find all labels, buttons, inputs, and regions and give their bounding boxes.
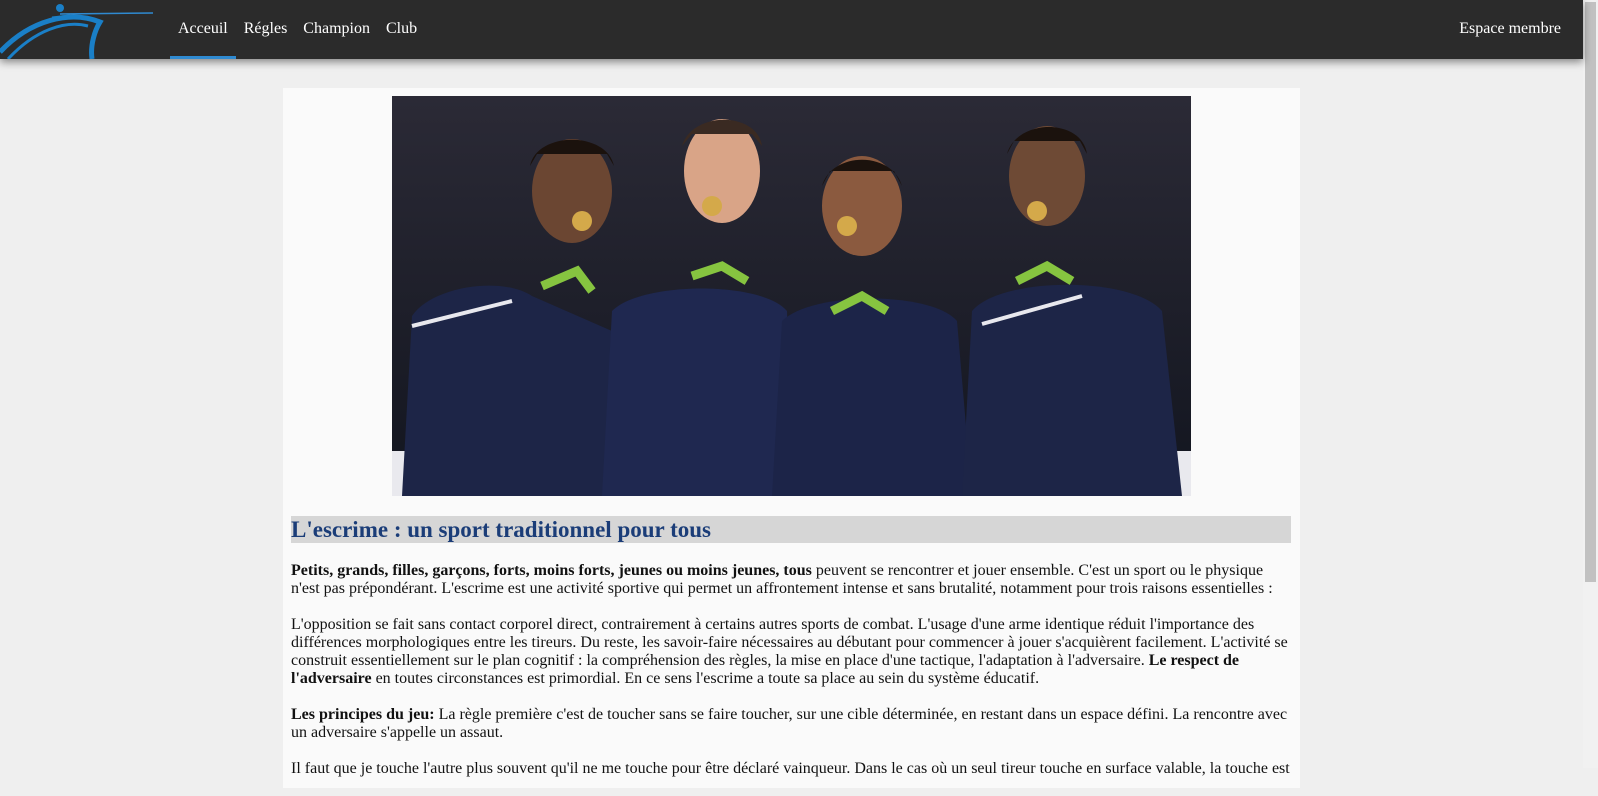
paragraph-opposition: L'opposition se fait sans contact corpor… <box>291 616 1291 688</box>
paragraph-victory: Il faut que je touche l'autre plus souve… <box>291 760 1291 778</box>
victory-text: Il faut que je touche l'autre plus souve… <box>291 760 1290 777</box>
member-area-link[interactable]: Espace membre <box>1459 0 1561 59</box>
article-title: L'escrime : un sport traditionnel pour t… <box>291 516 1291 543</box>
team-medal-photo <box>392 96 1191 496</box>
nav-item-club[interactable]: Club <box>378 0 425 59</box>
nav-item-acceuil[interactable]: Acceuil <box>170 0 236 59</box>
paragraph-principles: Les principes du jeu: La règle première … <box>291 706 1291 742</box>
page-scrollbar[interactable] <box>1583 0 1598 768</box>
article-body: Petits, grands, filles, garçons, forts, … <box>291 562 1291 796</box>
main-nav: Acceuil Régles Champion Club <box>170 0 425 59</box>
main-content: L'escrime : un sport traditionnel pour t… <box>283 88 1300 788</box>
nav-item-champion[interactable]: Champion <box>295 0 378 59</box>
paragraph-intro: Petits, grands, filles, garçons, forts, … <box>291 562 1291 598</box>
principles-bold-text: Les principes du jeu: <box>291 706 435 723</box>
intro-bold-text: Petits, grands, filles, garçons, forts, … <box>291 562 812 579</box>
principles-text: La règle première c'est de toucher sans … <box>291 706 1288 741</box>
top-navbar: Acceuil Régles Champion Club Espace memb… <box>0 0 1583 61</box>
scrollbar-thumb[interactable] <box>1585 2 1596 582</box>
fencer-logo-icon[interactable] <box>0 0 156 61</box>
opposition-text: L'opposition se fait sans contact corpor… <box>291 616 1288 669</box>
nav-item-regles[interactable]: Régles <box>236 0 296 59</box>
opposition-end-text: en toutes circonstances est primordial. … <box>371 670 1040 687</box>
